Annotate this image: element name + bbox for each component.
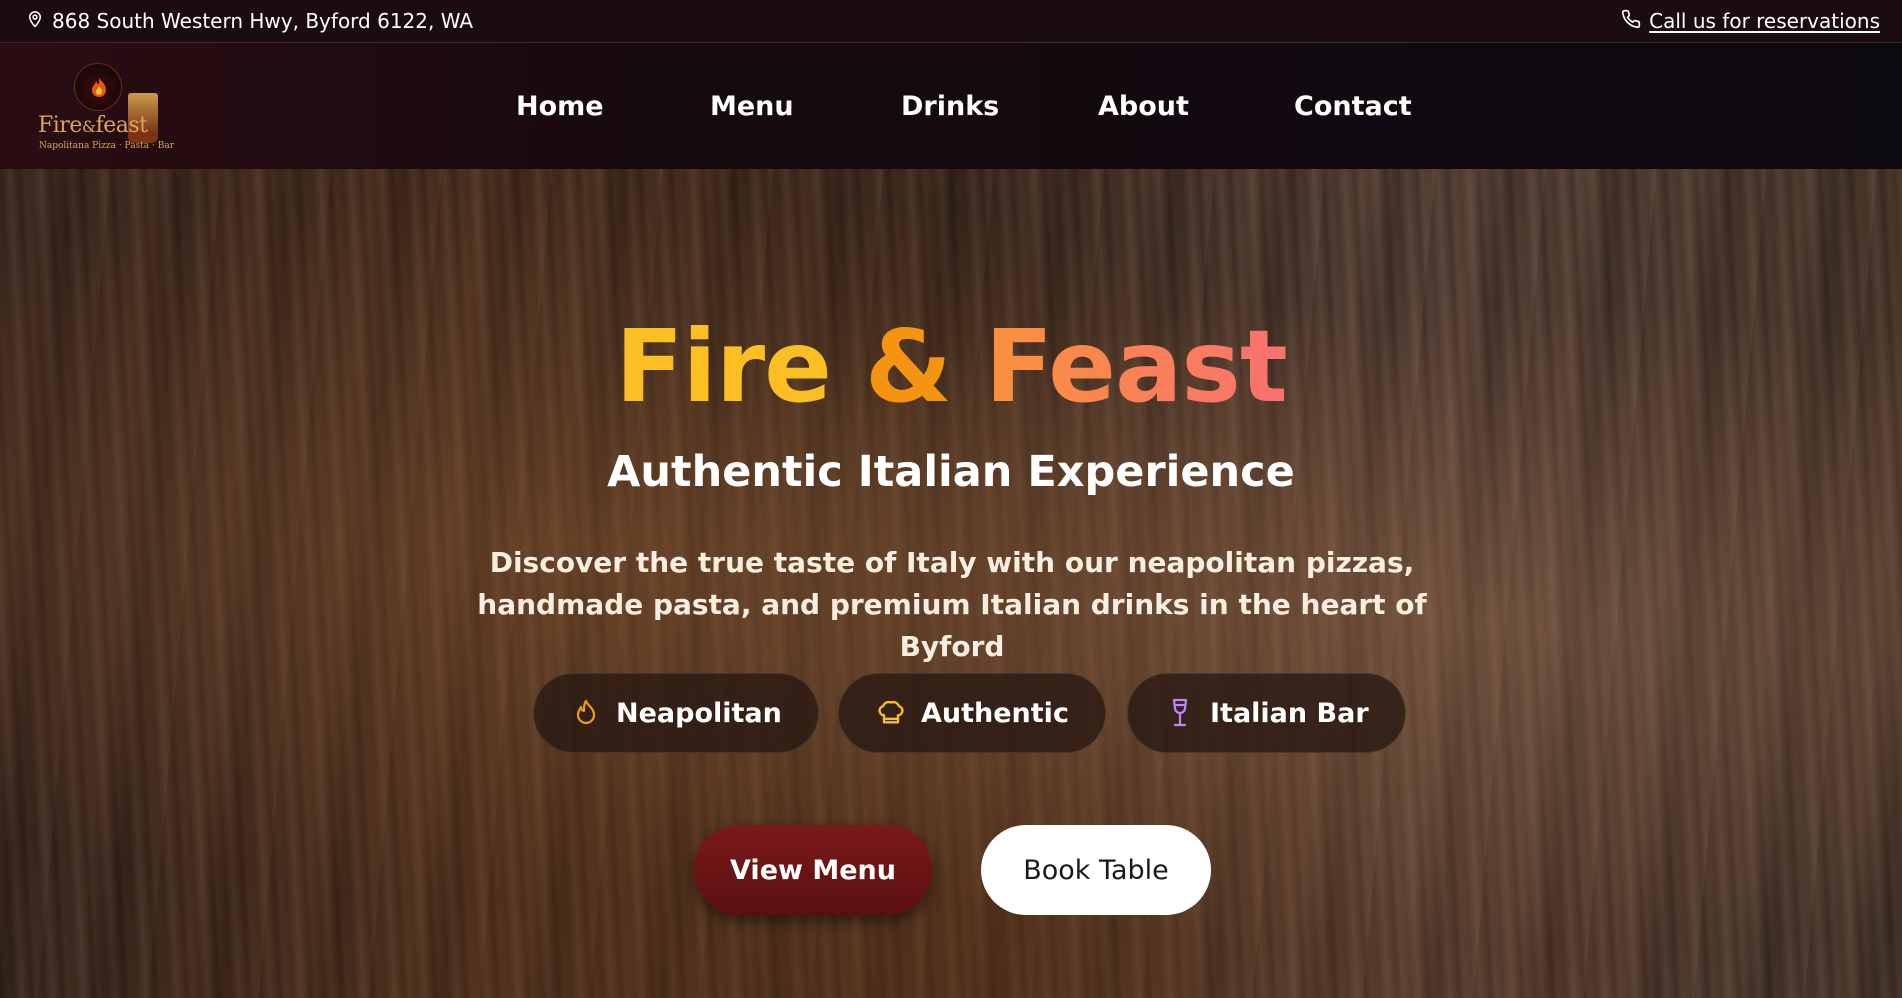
chef-hat-icon	[877, 699, 905, 727]
phone-group: Call us for reservations	[1621, 9, 1880, 34]
phone-icon	[1621, 9, 1641, 34]
main-navbar: Fire&feast Napolitana Pizza · Pasta · Ba…	[0, 43, 1902, 169]
hero-subtitle: Authentic Italian Experience	[607, 447, 1295, 497]
nav-about[interactable]: About	[1098, 91, 1189, 122]
top-info-bar: 868 South Western Hwy, Byford 6122, WA C…	[0, 0, 1902, 43]
hero-description: Discover the true taste of Italy with ou…	[477, 546, 1427, 663]
flame-icon	[572, 699, 600, 727]
book-table-button[interactable]: Book Table	[981, 825, 1211, 915]
address-text: 868 South Western Hwy, Byford 6122, WA	[52, 9, 474, 33]
nav-menu[interactable]: Menu	[710, 91, 794, 122]
address-group: 868 South Western Hwy, Byford 6122, WA	[26, 9, 473, 34]
badge-italian-bar: Italian Bar	[1127, 673, 1406, 753]
wine-glass-icon	[1166, 698, 1194, 727]
badge-neapolitan: Neapolitan	[533, 673, 819, 753]
primary-nav: Home Menu Drinks About Contact	[0, 43, 1902, 169]
nav-contact[interactable]: Contact	[1294, 91, 1412, 122]
hero-title: Fire & Feast	[615, 308, 1287, 425]
view-menu-button[interactable]: View Menu	[694, 825, 932, 915]
call-reservations-link[interactable]: Call us for reservations	[1649, 9, 1880, 33]
nav-home[interactable]: Home	[516, 91, 604, 122]
badge-authentic: Authentic	[838, 673, 1106, 753]
hero-section: Fire & Feast Authentic Italian Experienc…	[0, 169, 1902, 998]
nav-drinks[interactable]: Drinks	[901, 91, 999, 122]
map-pin-icon	[26, 9, 44, 34]
